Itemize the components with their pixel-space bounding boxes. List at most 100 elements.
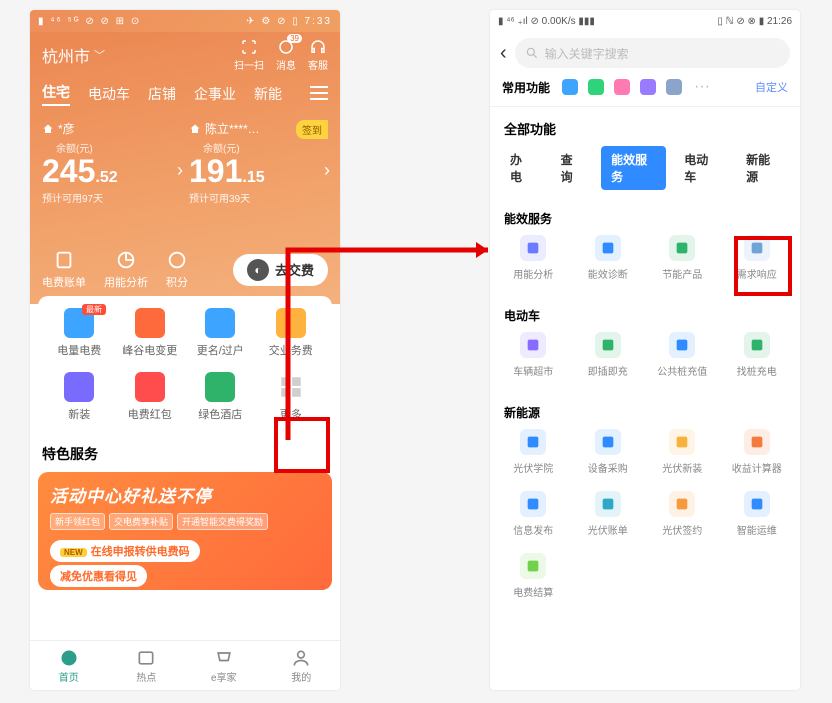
messages-button[interactable]: 消息 39: [276, 38, 296, 72]
func-item[interactable]: 找桩充电: [720, 332, 795, 378]
grid-item-6[interactable]: 绿色酒店: [185, 372, 256, 422]
nav-hot[interactable]: 热点: [108, 641, 186, 690]
tab-ev[interactable]: 电动车: [88, 84, 130, 104]
tab-home[interactable]: 住宅: [42, 82, 70, 106]
pay-button[interactable]: ◐ 去交费: [233, 254, 328, 286]
ellipsis-icon: ···: [694, 78, 710, 96]
cat-tab[interactable]: 办电: [500, 146, 543, 190]
usage-button[interactable]: 用能分析: [104, 249, 148, 290]
grid-item-0[interactable]: 电量电费: [44, 308, 115, 358]
func-item[interactable]: 能效诊断: [571, 235, 646, 281]
status-right: ✈ ⚙ ⊘ ▯ 7:33: [246, 16, 332, 27]
func-icon: [744, 332, 770, 358]
func-icon: [669, 332, 695, 358]
account-card-1[interactable]: *彦 余额(元) 245.52 预计可用97天 ›: [42, 120, 181, 205]
func-icon: [669, 491, 695, 517]
func-item[interactable]: 光伏签约: [645, 491, 720, 537]
favorites-row: 常用功能 ··· 自定义: [490, 74, 800, 107]
menu-icon[interactable]: [310, 86, 328, 103]
home-icon: [42, 123, 54, 135]
bot-icon: ◐: [247, 259, 269, 281]
grid-item-3[interactable]: 交业务费: [256, 308, 327, 358]
func-icon: [520, 429, 546, 455]
promo-banner[interactable]: 活动中心好礼送不停 新手领红包 交电费享补贴 开通智能交费得奖励 NEW在线申报…: [38, 472, 332, 590]
func-icon: [520, 553, 546, 579]
bill-button[interactable]: 电费账单: [42, 249, 86, 290]
fav-icon[interactable]: [614, 79, 630, 95]
search-icon: [525, 46, 539, 60]
account-card-2[interactable]: 签到 陈立****… 余额(元) 191.15 预计可用39天 ›: [189, 120, 328, 205]
func-icon: [595, 491, 621, 517]
fav-icon[interactable]: [640, 79, 656, 95]
new-badge: 最新: [82, 304, 106, 315]
func-icon: [520, 332, 546, 358]
func-item[interactable]: 信息发布: [496, 491, 571, 537]
fav-label: 常用功能: [502, 79, 550, 96]
hero: 杭州市 ﹀ 扫一扫 消息 39 客服: [30, 32, 340, 304]
func-item[interactable]: 电费结算: [496, 553, 571, 599]
func-item[interactable]: 设备采购: [571, 429, 646, 475]
news-icon: [136, 648, 156, 668]
func-icon: [595, 235, 621, 261]
status-left: ▮ ⁴⁶ ₊ıl ⊘ 0.00K/s ▮▮▮: [498, 16, 595, 27]
grid-icon: [64, 372, 94, 402]
grid-icon: [276, 372, 306, 402]
service-button[interactable]: 客服: [308, 38, 328, 72]
grid-icon: [135, 372, 165, 402]
grid-icon: [205, 308, 235, 338]
func-item[interactable]: 需求响应: [720, 235, 795, 281]
grid-item-1[interactable]: 峰谷电变更: [115, 308, 186, 358]
func-item[interactable]: 收益计算器: [720, 429, 795, 475]
function-grid: 最新 电量电费峰谷电变更更名/过户交业务费新装电费红包绿色酒店更多: [38, 296, 332, 432]
search-input[interactable]: 输入关键字搜索: [515, 38, 790, 68]
tab-newenergy[interactable]: 新能: [254, 84, 282, 104]
fav-icon[interactable]: [562, 79, 578, 95]
grid-item-2[interactable]: 更名/过户: [185, 308, 256, 358]
func-item[interactable]: 光伏新装: [645, 429, 720, 475]
func-item[interactable]: 光伏学院: [496, 429, 571, 475]
grid-item-7[interactable]: 更多: [256, 372, 327, 422]
person-icon: [291, 648, 311, 668]
func-item[interactable]: 光伏账单: [571, 491, 646, 537]
hero-illustration: [42, 205, 328, 245]
nav-eshare[interactable]: e享家: [185, 641, 263, 690]
grid-item-5[interactable]: 电费红包: [115, 372, 186, 422]
func-item[interactable]: 节能产品: [645, 235, 720, 281]
func-item[interactable]: 即插即充: [571, 332, 646, 378]
promo-headline: 活动中心好礼送不停: [50, 482, 320, 507]
func-item[interactable]: 用能分析: [496, 235, 571, 281]
nav-home[interactable]: 首页: [30, 641, 108, 690]
func-item[interactable]: 智能运维: [720, 491, 795, 537]
func-item[interactable]: 车辆超市: [496, 332, 571, 378]
tab-enterprise[interactable]: 企事业: [194, 84, 236, 104]
func-item[interactable]: 公共桩充值: [645, 332, 720, 378]
grid-icon: [205, 372, 235, 402]
city-selector[interactable]: 杭州市 ﹀: [42, 43, 105, 67]
func-icon: [744, 235, 770, 261]
func-icon: [669, 235, 695, 261]
status-right: ▯ ℕ ⊘ ⊗ ▮ 21:26: [717, 16, 792, 27]
signin-badge[interactable]: 签到: [296, 120, 328, 139]
func-icon: [520, 235, 546, 261]
globe-icon: [59, 648, 79, 668]
func-icon: [595, 429, 621, 455]
cat-tab[interactable]: 新能源: [736, 146, 790, 190]
cat-tab[interactable]: 查询: [551, 146, 594, 190]
tab-shop[interactable]: 店铺: [148, 84, 176, 104]
left-phone: ▮ ⁴⁶ ⁵ᴳ ⊘ ⊘ ⊞ ⊙ ✈ ⚙ ⊘ ▯ 7:33 杭州市 ﹀ 扫一扫 消…: [30, 10, 340, 690]
fav-icon[interactable]: [588, 79, 604, 95]
cat-tab-active[interactable]: 能效服务: [601, 146, 666, 190]
customize-link[interactable]: 自定义: [755, 79, 788, 95]
scan-button[interactable]: 扫一扫: [234, 38, 264, 72]
cat-tab[interactable]: 电动车: [674, 146, 728, 190]
grid-item-4[interactable]: 新装: [44, 372, 115, 422]
nav-me[interactable]: 我的: [263, 641, 341, 690]
back-button[interactable]: ‹: [500, 42, 507, 65]
section-title: 新能源: [490, 400, 800, 429]
promo-chip: 开通智能交费得奖励: [177, 513, 268, 530]
category-tabs: 办电 查询 能效服务 电动车 新能源: [490, 146, 800, 200]
points-button[interactable]: 积分: [166, 249, 188, 290]
chevron-right-icon: ›: [324, 160, 330, 181]
promo-chip: 交电费享补贴: [109, 513, 173, 530]
fav-icon[interactable]: [666, 79, 682, 95]
